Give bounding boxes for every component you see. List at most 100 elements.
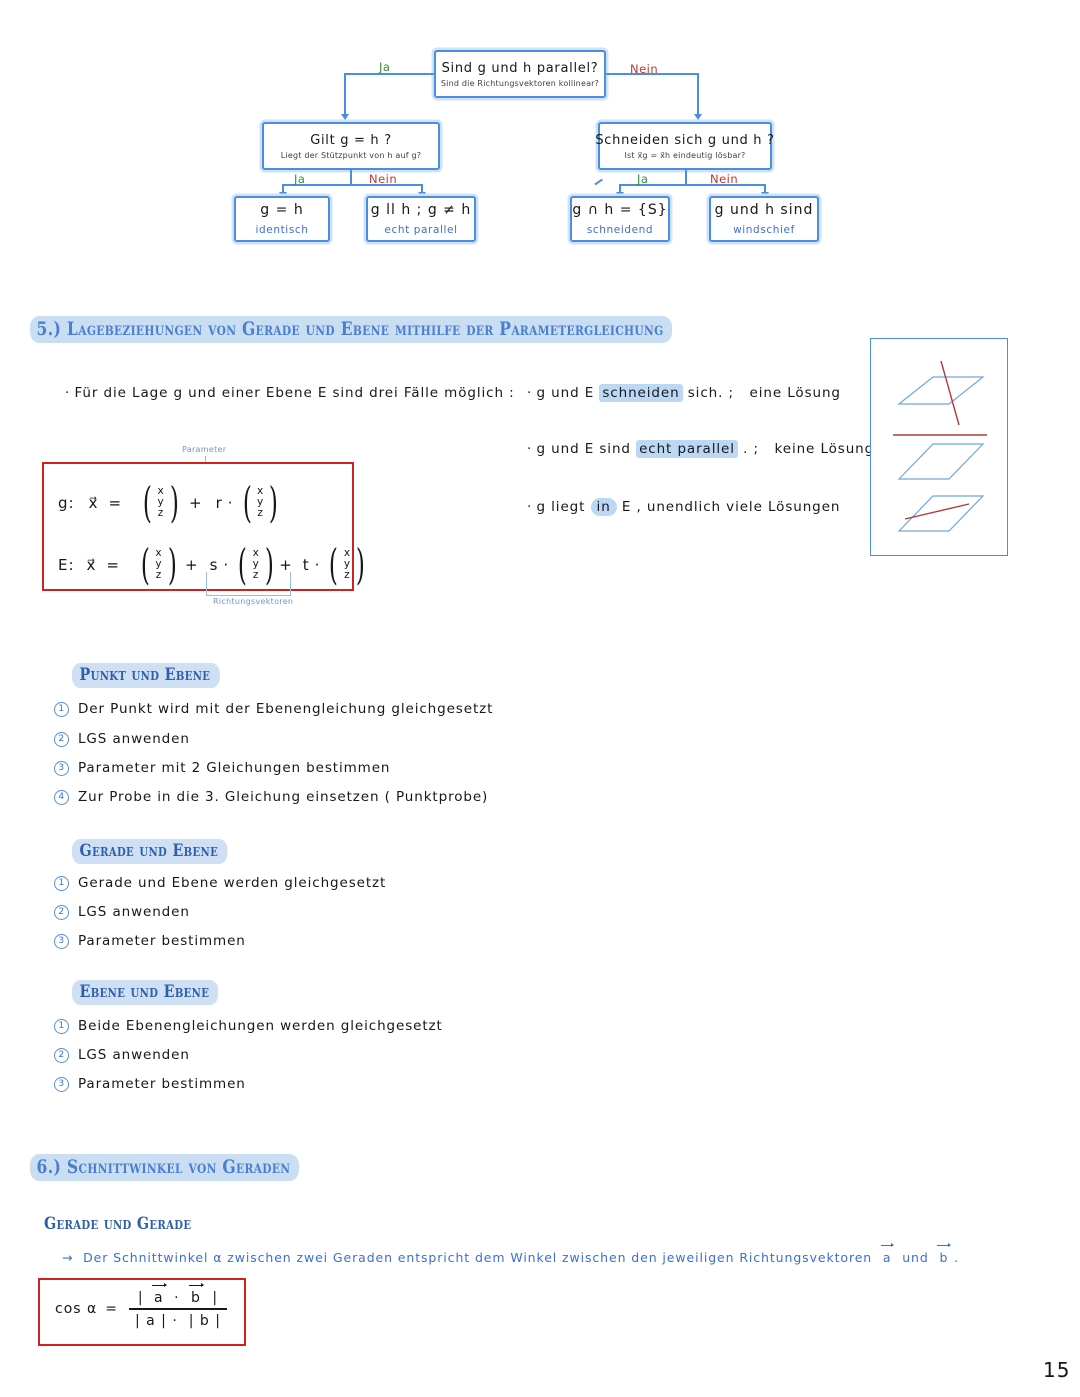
- section-5-intro-text: Für die Lage g und einer Ebene E sind dr…: [74, 385, 515, 401]
- cos-formula: cos α = | a · b | | a | · | b |: [55, 1283, 227, 1329]
- leaf-main-3: g ∩ h = {S}: [572, 202, 668, 218]
- case-3-pre: g liegt: [536, 499, 586, 515]
- vec-comp-z: z: [157, 507, 165, 519]
- case-2-highlight: echt parallel: [636, 440, 738, 458]
- gerade-gerade-heading: Gerade und Gerade: [44, 1214, 191, 1234]
- leaf-sub-2: echt parallel: [384, 224, 458, 236]
- annotation-parameter-label: Parameter: [182, 445, 227, 454]
- edge-label-left-ja: Ja: [294, 172, 306, 186]
- equation-g-param: r: [215, 493, 223, 512]
- connector-root-right-vertical: [697, 73, 699, 118]
- case-3-highlight: in: [590, 498, 617, 516]
- flowchart-leaf-schneidend: g ∩ h = {S} schneidend: [570, 196, 670, 242]
- illustration-contained: [897, 495, 985, 532]
- num-dot: ·: [174, 1290, 180, 1306]
- cos-formula-lhs: cos α: [55, 1301, 98, 1318]
- num-bar-close: |: [212, 1290, 219, 1306]
- equation-e-support-vector: ( x y z ): [140, 539, 178, 589]
- flowchart-root-node: Sind g und h parallel? Sind die Richtung…: [434, 50, 606, 98]
- connector-right-stem: [685, 170, 687, 184]
- gerade-ebene-step-1-badge: 1: [54, 876, 69, 891]
- case-2-result: keine Lösung: [774, 441, 875, 457]
- connector-left-stem: [350, 170, 352, 184]
- section-6-heading-text: 6.) Schnittwinkel von Geraden: [30, 1154, 299, 1181]
- statement-arrow-icon: →: [62, 1250, 74, 1265]
- illustration-svg: [893, 360, 987, 532]
- num-vector-a: a: [152, 1283, 167, 1306]
- equation-e-param1: s: [209, 555, 219, 574]
- punkt-ebene-step-2-text: LGS anwenden: [78, 731, 190, 747]
- punkt-ebene-heading-text: Punkt und Ebene: [72, 663, 220, 688]
- equation-line-g: g: x⃗ = ( x y z ) + r · ( x y z ): [58, 477, 283, 527]
- flowchart-left-subquestion: Liegt der Stützpunkt von h auf g?: [280, 150, 422, 160]
- vec-comp-z: z: [155, 569, 163, 581]
- illustration-parallel: [893, 434, 987, 480]
- flowchart-leaf-windschief: g und h sind windschief: [709, 196, 819, 242]
- annotation-bottom-bar: [206, 595, 291, 597]
- case-3: · g liegt in E , unendlich viele Lösunge…: [527, 498, 841, 516]
- equation-g-direction-vector: ( x y z ): [242, 477, 279, 527]
- equation-e-param2: t: [302, 555, 310, 574]
- gerade-ebene-heading-text: Gerade und Ebene: [72, 839, 228, 864]
- ebene-ebene-step-3-text: Parameter bestimmen: [78, 1076, 246, 1092]
- section-6-heading: 6.) Schnittwinkel von Geraden: [30, 1154, 299, 1181]
- case-2-post: . ;: [743, 441, 759, 457]
- punkt-ebene-step-3-text: Parameter mit 2 Gleichungen bestimmen: [78, 760, 391, 776]
- annotation-bottom-right-stem: [290, 572, 292, 596]
- equation-g-label: g:: [58, 493, 75, 512]
- cos-formula-numerator: | a · b |: [132, 1283, 224, 1308]
- edge-label-root-ja: Ja: [379, 60, 391, 74]
- equation-e-dot2: ·: [314, 555, 321, 574]
- gerade-ebene-heading: Gerade und Ebene: [72, 839, 228, 864]
- statement-und: und: [902, 1250, 929, 1265]
- section-5-intro: · Für die Lage g und einer Ebene E sind …: [65, 385, 515, 401]
- arrow-root-right: [694, 114, 702, 120]
- edge-label-right-nein: Nein: [710, 172, 739, 186]
- leaf-sub-1: identisch: [255, 224, 309, 236]
- statement-end: .: [954, 1250, 960, 1265]
- gerade-ebene-step-3-text: Parameter bestimmen: [78, 933, 246, 949]
- annotation-richtungsvektoren-label: Richtungsvektoren: [213, 597, 294, 606]
- punkt-ebene-step-3-badge: 3: [54, 761, 69, 776]
- flowchart-right-node: Schneiden sich g und h ? Ist x⃗g = x⃗h e…: [595, 122, 774, 170]
- edge-label-left-nein: Nein: [369, 172, 398, 186]
- equation-e-plus2: +: [279, 555, 293, 574]
- statement-vector-b: b: [937, 1243, 952, 1265]
- num-vector-b: b: [189, 1283, 204, 1306]
- gerade-ebene-step-3-badge: 3: [54, 934, 69, 949]
- equation-g-support-vector: ( x y z ): [142, 477, 180, 527]
- den-part-b: | b |: [188, 1312, 221, 1329]
- case-1-result: eine Lösung: [749, 385, 841, 401]
- equation-e-direction-vector-2: ( x y z ): [329, 539, 366, 589]
- punkt-ebene-heading: Punkt und Ebene: [72, 663, 220, 688]
- ebene-ebene-heading: Ebene und Ebene: [72, 980, 219, 1005]
- connector-right-tick: [594, 178, 603, 186]
- equation-e-direction-vector-1: ( x y z ): [238, 539, 275, 589]
- flowchart-left-question: Gilt g = h ?: [310, 132, 392, 148]
- equation-g-lhs: x⃗: [88, 493, 99, 512]
- schnittwinkel-statement: → Der Schnittwinkel α zwischen zwei Gera…: [62, 1243, 960, 1265]
- den-part-a: | a | ·: [134, 1312, 178, 1329]
- leaf-main-4: g und h sind: [714, 202, 814, 218]
- flowchart-left-node: Gilt g = h ? Liegt der Stützpunkt von h …: [262, 122, 440, 170]
- ebene-ebene-step-2-text: LGS anwenden: [78, 1047, 190, 1063]
- case-1-post: sich. ;: [687, 385, 734, 401]
- cos-formula-eq: =: [105, 1301, 118, 1318]
- ebene-ebene-step-3-badge: 3: [54, 1077, 69, 1092]
- statement-text: Der Schnittwinkel α zwischen zwei Gerade…: [83, 1250, 873, 1265]
- flowchart-leaf-echt-parallel: g ll h ; g ≠ h echt parallel: [366, 196, 476, 242]
- flowchart-root-subquestion: Sind die Richtungsvektoren kollinear?: [440, 78, 600, 88]
- case-1: · g und E schneiden sich. ; eine Lösung: [527, 384, 841, 402]
- annotation-bottom-left-stem: [206, 572, 208, 596]
- punkt-ebene-step-1-badge: 1: [54, 702, 69, 717]
- page-number: 15: [1043, 1358, 1071, 1382]
- cos-formula-denominator: | a | · | b |: [129, 1310, 227, 1329]
- case-2-pre: g und E sind: [536, 441, 631, 457]
- punkt-ebene-step-1-text: Der Punkt wird mit der Ebenengleichung g…: [78, 701, 494, 717]
- equation-line-e: E: x⃗ = ( x y z ) + s · ( x y z ) + t · …: [58, 539, 369, 589]
- statement-vector-a: a: [880, 1243, 894, 1265]
- equation-g-eq: =: [108, 493, 123, 512]
- equation-g-plus: +: [189, 493, 203, 512]
- ebene-ebene-step-2-badge: 2: [54, 1048, 69, 1063]
- case-1-pre: g und E: [536, 385, 595, 401]
